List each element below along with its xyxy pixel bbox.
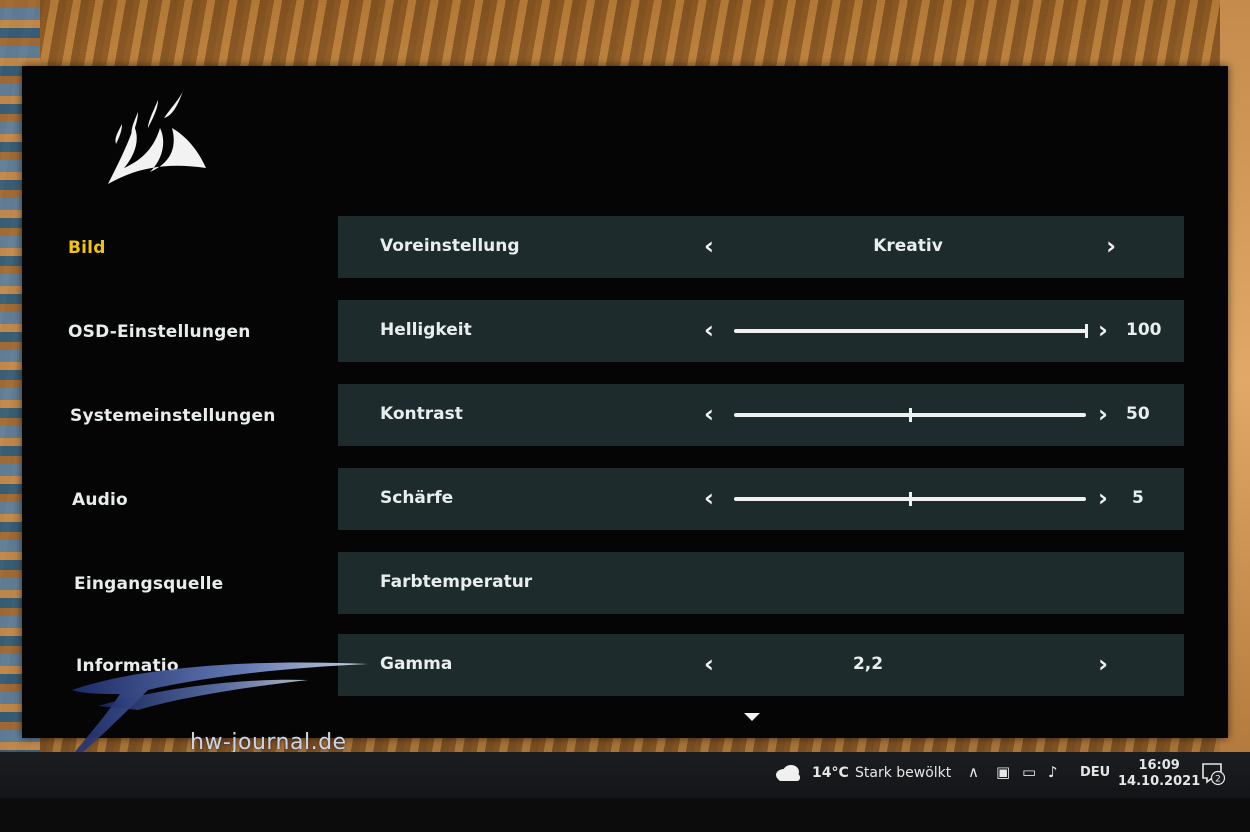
scroll-down-indicator-icon[interactable] — [744, 713, 760, 721]
setting-row-schaerfe[interactable]: Schärfe ‹ › 5 — [338, 468, 1184, 530]
slider-knob[interactable] — [1085, 324, 1088, 338]
monitor-bezel — [0, 798, 1250, 832]
setting-row-helligkeit[interactable]: Helligkeit ‹ › 100 — [338, 300, 1184, 362]
setting-label: Farbtemperatur — [380, 572, 533, 592]
setting-row-gamma[interactable]: Gamma ‹ 2,2 › — [338, 634, 1184, 696]
speaker-icon[interactable]: ♪ — [1048, 763, 1058, 781]
menu-item-systemeinstellungen[interactable]: Systemeinstellungen — [70, 406, 276, 426]
chevron-left-icon[interactable]: ‹ — [704, 400, 714, 428]
input-language[interactable]: DEU — [1080, 765, 1110, 780]
brightness-slider[interactable] — [734, 324, 1088, 338]
chevron-left-icon[interactable]: ‹ — [704, 650, 714, 678]
slider-knob[interactable] — [909, 408, 912, 422]
clock-date: 14.10.2021 — [1118, 774, 1201, 789]
network-icon[interactable]: ▭ — [1022, 763, 1036, 781]
preset-value: Kreativ — [873, 236, 943, 256]
chevron-up-icon[interactable]: ∧ — [968, 763, 979, 781]
chevron-right-icon[interactable]: › — [1098, 400, 1108, 428]
weather-temperature[interactable]: 14°C — [812, 765, 849, 781]
brightness-value: 100 — [1126, 320, 1162, 340]
notification-center-icon[interactable]: 2 — [1200, 760, 1226, 786]
notification-count: 2 — [1215, 775, 1221, 785]
menu-item-bild[interactable]: Bild — [68, 238, 106, 258]
gamma-value: 2,2 — [852, 654, 884, 674]
chevron-right-icon[interactable]: › — [1098, 650, 1108, 678]
meet-now-icon[interactable]: ▣ — [996, 763, 1010, 781]
setting-row-kontrast[interactable]: Kontrast ‹ › 50 — [338, 384, 1184, 446]
corsair-sails-logo — [108, 88, 206, 184]
setting-row-voreinstellung[interactable]: Voreinstellung ‹ Kreativ › — [338, 216, 1184, 278]
slider-knob[interactable] — [909, 492, 912, 506]
menu-item-eingangsquelle[interactable]: Eingangsquelle — [74, 574, 223, 594]
osd-menu-panel: Bild OSD-Einstellungen Systemeinstellung… — [22, 66, 1228, 738]
windows-taskbar: 14°C Stark bewölkt ∧ ▣ ▭ ♪ DEU 16:09 14.… — [0, 752, 1250, 798]
chevron-left-icon[interactable]: ‹ — [704, 484, 714, 512]
setting-label: Helligkeit — [380, 320, 472, 340]
chevron-left-icon[interactable]: ‹ — [704, 232, 714, 260]
chevron-right-icon[interactable]: › — [1098, 484, 1108, 512]
weather-description[interactable]: Stark bewölkt — [855, 765, 951, 781]
clock-time: 16:09 — [1138, 758, 1180, 773]
sharpness-value: 5 — [1132, 488, 1144, 508]
sharpness-slider[interactable] — [734, 492, 1086, 506]
setting-row-farbtemperatur[interactable]: Farbtemperatur — [338, 552, 1184, 614]
contrast-slider[interactable] — [734, 408, 1086, 422]
contrast-value: 50 — [1126, 404, 1150, 424]
system-clock[interactable]: 16:09 14.10.2021 — [1118, 758, 1200, 790]
setting-label: Kontrast — [380, 404, 463, 424]
menu-item-osd-einstellungen[interactable]: OSD-Einstellungen — [68, 322, 251, 342]
setting-label: Schärfe — [380, 488, 454, 508]
setting-label: Voreinstellung — [380, 236, 520, 256]
menu-item-audio[interactable]: Audio — [72, 490, 128, 510]
chevron-right-icon[interactable]: › — [1098, 316, 1108, 344]
chevron-right-icon[interactable]: › — [1106, 232, 1116, 260]
chevron-left-icon[interactable]: ‹ — [704, 316, 714, 344]
cloud-icon[interactable] — [774, 764, 802, 782]
